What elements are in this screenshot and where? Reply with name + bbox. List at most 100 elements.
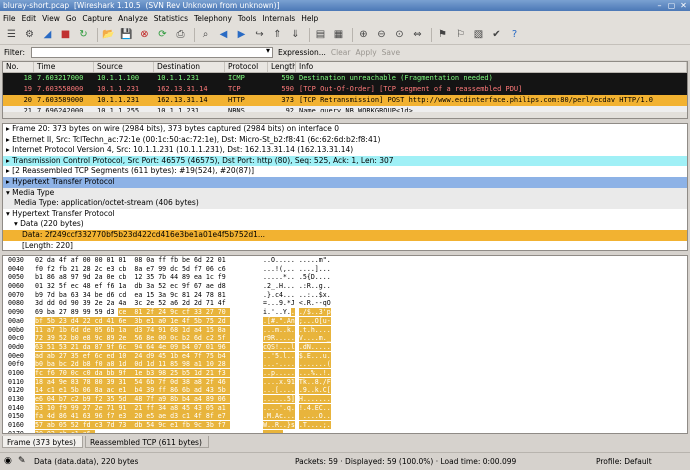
open-file-icon[interactable]: 📂 (101, 27, 116, 42)
resize-columns-icon[interactable]: ⇔ (410, 27, 425, 42)
col-header-time[interactable]: Time (34, 62, 94, 72)
hex-ascii[interactable]: W..R..}s .T....;. (263, 421, 343, 430)
menu-file[interactable]: File (3, 14, 16, 23)
zoom-out-icon[interactable]: ⊖ (374, 27, 389, 42)
restart-capture-icon[interactable]: ↻ (76, 27, 91, 42)
auto-scroll-icon[interactable]: ▦ (331, 27, 346, 42)
hex-ascii[interactable]: i.'..Y.. ./$..3'p (263, 308, 343, 317)
hex-ascii[interactable]: .}.c4... ..:..$x. (263, 291, 343, 300)
hex-bytes[interactable]: 69 ba 27 89 99 59 d3 ce 81 2f 24 9c cf 3… (35, 308, 260, 317)
filter-input[interactable] (30, 46, 273, 58)
packet-list[interactable]: No. Time Source Destination Protocol Len… (2, 61, 688, 119)
print-icon[interactable]: ⎙ (173, 27, 188, 42)
coloring-rules-icon[interactable]: ▧ (471, 27, 486, 42)
menu-help[interactable]: Help (301, 14, 318, 23)
detail-tree-item[interactable]: ▸ [2 Reassembled TCP Segments (611 bytes… (3, 166, 687, 177)
hex-bytes[interactable]: 72 39 52 b0 e8 9c 89 2e 56 8e 00 0c b2 6… (35, 334, 260, 343)
hex-ascii[interactable]: ...!(,.. ....]... (263, 265, 343, 274)
hex-ascii[interactable]: .[#.".An ;...O[u- (263, 316, 343, 326)
detail-tree-item[interactable]: ▸ Hypertext Transfer Protocol (3, 176, 687, 188)
hex-bytes[interactable]: b0 ba bc 2d b8 f0 a8 1d 0d 1d 11 85 98 a… (35, 360, 260, 369)
hex-ascii[interactable]: ..'5.l.. $.E...u. (263, 351, 343, 361)
hex-bytes[interactable]: 63 51 53 21 da 87 9f 6c 94 64 4e 09 b4 0… (35, 342, 260, 352)
interface-list-icon[interactable]: ☰ (4, 27, 19, 42)
menu-go[interactable]: Go (66, 14, 76, 23)
col-header-destination[interactable]: Destination (154, 62, 225, 72)
last-packet-icon[interactable]: ⇓ (288, 27, 303, 42)
hex-ascii[interactable]: r9R..... V....m._ (263, 334, 343, 343)
clear-button[interactable]: Clear (331, 48, 351, 57)
detail-tree-item[interactable]: ▾ Data (220 bytes) (3, 219, 687, 230)
packet-row[interactable]: 18 7.603217000 10.1.1.100 10.1.1.231 ICMP 590… (3, 73, 687, 84)
preferences-icon[interactable]: ✔ (489, 27, 504, 42)
tab-frame[interactable]: Frame (373 bytes) (2, 436, 83, 448)
detail-tree-item[interactable]: ▸ Transmission Control Protocol, Src Por… (3, 155, 687, 167)
menu-telephony[interactable]: Telephony (194, 14, 232, 23)
hex-ascii[interactable]: ...[.... .9..k.C[ (263, 386, 343, 395)
hex-ascii[interactable]: cQS!...l .dN..... (263, 342, 343, 352)
hex-bytes[interactable]: 20 02 cb c1 a6 (35, 429, 260, 433)
status-profile[interactable]: Profile: Default (596, 453, 652, 470)
packet-list-hscrollbar[interactable] (3, 112, 687, 118)
col-header-info[interactable]: Info (296, 62, 687, 72)
hex-bytes[interactable]: bf 5b 23 d4 22 cd 41 6e 3b e1 a0 1e 4f 5… (35, 316, 260, 326)
display-filters-icon[interactable]: ⚐ (453, 27, 468, 42)
hex-ascii[interactable]: ......5] H....... (263, 395, 343, 404)
hex-bytes[interactable]: 11 a7 1b 6d de 05 6b 1a d3 74 91 68 1d a… (35, 325, 260, 335)
detail-tree-item[interactable]: ▾ Media Type (3, 187, 687, 199)
zoom-in-icon[interactable]: ⊕ (356, 27, 371, 42)
detail-tree-item[interactable]: [Length: 220] (3, 240, 687, 250)
col-header-protocol[interactable]: Protocol (225, 62, 268, 72)
hex-ascii[interactable]: .... (263, 429, 343, 433)
start-capture-icon[interactable]: ◢ (40, 27, 55, 42)
menu-edit[interactable]: Edit (22, 14, 37, 23)
capture-comment-icon[interactable]: ✎ (18, 453, 26, 470)
hex-ascii[interactable]: ....x.91 Tk..8./F (263, 377, 343, 387)
hex-bytes[interactable]: e6 04 b7 c2 b9 f2 35 5d 48 7f a9 8b b4 a… (35, 395, 260, 404)
menu-tools[interactable]: Tools (238, 14, 256, 23)
hex-ascii[interactable]: .....*.. .5{D.... (263, 273, 343, 282)
go-forward-icon[interactable]: ▶ (234, 27, 249, 42)
save-filter-button[interactable]: Save (382, 48, 400, 57)
hex-ascii[interactable]: ...m..k. .t.h.... (263, 325, 343, 335)
menu-internals[interactable]: Internals (262, 14, 295, 23)
first-packet-icon[interactable]: ⇑ (270, 27, 285, 42)
menu-analyze[interactable]: Analyze (118, 14, 148, 23)
minimize-icon[interactable]: – (655, 1, 664, 10)
hex-ascii[interactable]: ...-.... .......( (263, 360, 343, 369)
detail-tree-item[interactable]: Media Type: application/octet-stream (40… (3, 198, 687, 209)
reload-icon[interactable]: ⟳ (155, 27, 170, 42)
menu-capture[interactable]: Capture (82, 14, 112, 23)
hex-bytes[interactable]: 14 c1 e1 5b 06 8a ac e1 b4 39 ff 86 6b a… (35, 386, 260, 395)
normal-size-icon[interactable]: ⊙ (392, 27, 407, 42)
find-packet-icon[interactable]: ⌕ (198, 27, 213, 42)
packet-row[interactable]: 20 7.603589000 10.1.1.231 162.13.31.14 HTTP 3… (3, 95, 687, 106)
hex-bytes[interactable]: 02 da 4f af 00 00 01 01 08 0a ff fb be 6… (35, 256, 260, 265)
hex-ascii[interactable]: ....'.q. !.4.EC.. (263, 403, 343, 413)
menu-statistics[interactable]: Statistics (154, 14, 188, 23)
help-icon[interactable]: ? (507, 27, 522, 42)
capture-filters-icon[interactable]: ⚑ (435, 27, 450, 42)
hex-bytes[interactable]: f0 f2 fb 21 28 2c e3 cb 8a e7 99 dc 5d f… (35, 265, 260, 274)
detail-tree-item[interactable]: Data: 2f249ccf332770bf5b23d422cd416e3be1… (3, 229, 687, 241)
hex-bytes[interactable]: b9 7d ba 63 34 be d6 cd ea 15 3a 9c 81 2… (35, 291, 260, 300)
capture-options-icon[interactable]: ⚙ (22, 27, 37, 42)
hex-ascii[interactable]: .M.Ac... ....O.. (263, 412, 343, 421)
apply-button[interactable]: Apply (355, 48, 376, 57)
detail-tree-item[interactable]: ▾ Hypertext Transfer Protocol (3, 208, 687, 220)
detail-tree-item[interactable]: ▸ Ethernet II, Src: TclTechn_ac:72:1e (0… (3, 134, 687, 146)
hex-bytes[interactable]: 01 32 5f ec 48 ef f6 1a db 3a 52 ec 9f 6… (35, 282, 260, 291)
expert-info-icon[interactable]: ◉ (4, 453, 18, 470)
hex-bytes[interactable]: 57 ab 05 52 fd c3 7d 73 db 54 9c e1 fb 9… (35, 421, 260, 430)
hex-bytes[interactable]: ad ab 27 35 ef 6c ed 10 24 d9 45 1b e4 7… (35, 351, 260, 361)
col-header-no[interactable]: No. (3, 62, 34, 72)
packet-details-tree[interactable]: ▸ Frame 20: 373 bytes on wire (2984 bits… (2, 123, 688, 251)
close-file-icon[interactable]: ⊗ (137, 27, 152, 42)
hex-bytes[interactable]: b3 10 f9 99 27 2e 71 91 21 ff 34 a8 45 4… (35, 403, 260, 413)
close-window-icon[interactable]: ✕ (679, 1, 688, 10)
col-header-source[interactable]: Source (94, 62, 154, 72)
hex-bytes[interactable]: 3d dd 0d 90 39 2e 2a 4a 3c 2e 52 a6 2d 2… (35, 299, 260, 308)
packet-bytes-pane[interactable]: 0030 02 da 4f af 00 00 01 01 08 0a ff fb … (2, 255, 688, 434)
detail-tree-item[interactable]: ▸ Internet Protocol Version 4, Src: 10.1… (3, 145, 687, 156)
packet-row[interactable]: 19 7.603558000 10.1.1.231 162.13.31.14 TCP 59… (3, 84, 687, 95)
